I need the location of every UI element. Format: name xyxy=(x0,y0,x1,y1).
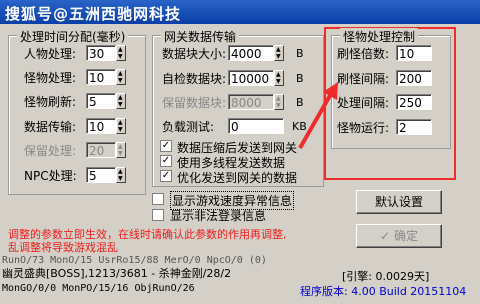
red-arrow-icon xyxy=(298,82,338,149)
default-settings-button[interactable]: 默认设置 xyxy=(356,190,442,214)
gateway-transfer-title: 网关数据传输 xyxy=(161,28,240,45)
warning-line-2: 乱调整将导致游戏混乱 xyxy=(8,241,118,254)
monster-row-label: 刷怪倍数: xyxy=(337,47,390,61)
checkmark-icon: ✓ xyxy=(380,229,391,243)
gateway-row-label: 自检数据块: xyxy=(162,72,227,86)
monster-process-field[interactable]: 10 xyxy=(86,69,116,85)
time-row-label: 怪物刷新: xyxy=(24,95,77,109)
reserved-block-spinner: ▲ ▼ xyxy=(274,94,284,110)
title-bar: 搜狐号@五洲西驰网科技 xyxy=(0,0,480,24)
gateway-row-label: 数据块大小: xyxy=(162,47,227,61)
reserved-process-spinner: ▲ ▼ xyxy=(116,142,126,158)
time-allocation-title: 处理时间分配(毫秒) xyxy=(17,28,129,45)
monster-row-label: 刷怪间隔: xyxy=(337,72,390,86)
engine-status: [引擎: 0.0029天] xyxy=(342,270,430,283)
process-interval-field[interactable]: 250 xyxy=(396,94,432,110)
multithread-checkbox[interactable]: ✓ xyxy=(160,155,172,167)
data-transfer-spinner[interactable]: ▲ ▼ xyxy=(116,118,126,134)
spawn-interval-field[interactable]: 200 xyxy=(396,70,432,86)
reserved-block-field: 8000 xyxy=(228,94,274,110)
npc-process-spinner[interactable]: ▲ ▼ xyxy=(116,167,126,183)
block-size-field[interactable]: 4000 xyxy=(228,45,274,61)
data-transfer-field[interactable]: 10 xyxy=(86,118,116,134)
block-size-spinner[interactable]: ▲ ▼ xyxy=(274,45,284,61)
player-process-field[interactable]: 30 xyxy=(86,45,116,61)
time-row-label: 数据传输: xyxy=(24,120,77,134)
speed-anomaly-checkbox[interactable] xyxy=(152,193,164,205)
spawn-multiplier-field[interactable]: 10 xyxy=(396,45,432,61)
selfcheck-block-field[interactable]: 10000 xyxy=(228,70,274,86)
monster-row-label: 怪物运行: xyxy=(337,121,390,135)
selfcheck-block-spinner[interactable]: ▲ ▼ xyxy=(274,70,284,86)
illegal-login-label: 显示非法登录信息 xyxy=(170,209,267,223)
optimize-label: 优化发送到网关的数据 xyxy=(177,171,298,185)
settings-dialog: 处理时间分配(毫秒) 人物处理: 30 ▲ ▼ 怪物处理: 10 ▲ ▼ 怪物刷新:… xyxy=(0,24,480,304)
block-size-unit: B xyxy=(296,47,304,60)
npc-process-field[interactable]: 5 xyxy=(86,167,116,183)
version-text: 程序版本: 4.00 Build 20151104 xyxy=(300,285,467,298)
gateway-row-label: 保留数据块: xyxy=(162,96,227,110)
monster-control-title: 怪物处理控制 xyxy=(340,28,419,45)
reserved-process-field: 20 xyxy=(86,142,116,158)
illegal-login-checkbox[interactable] xyxy=(152,209,164,221)
window-title: 搜狐号@五洲西驰网科技 xyxy=(5,5,182,23)
time-row-label: 保留处理: xyxy=(24,144,77,158)
time-row-label: 人物处理: xyxy=(24,47,77,61)
time-row-label: NPC处理: xyxy=(24,169,77,183)
monster-process-spinner[interactable]: ▲ ▼ xyxy=(116,69,126,85)
monster-row-label: 处理间隔: xyxy=(337,96,390,110)
monster-refresh-field[interactable]: 5 xyxy=(86,93,116,109)
optimize-checkbox[interactable]: ✓ xyxy=(160,170,172,182)
ok-label: 确定 xyxy=(393,229,418,243)
ok-button: ✓ 确定 xyxy=(356,224,442,248)
player-process-spinner[interactable]: ▲ ▼ xyxy=(116,45,126,61)
log-line-2: 幽灵盛典[BOSS],1213/3681 - 杀神金刚/28/2 xyxy=(2,267,232,280)
compress-checkbox[interactable]: ✓ xyxy=(160,140,172,152)
monster-refresh-spinner[interactable]: ▲ ▼ xyxy=(116,93,126,109)
load-test-field[interactable]: 0 xyxy=(228,118,284,134)
log-line-3: MonGO/0/0 MonPO/15/16 ObjRunO/26 xyxy=(2,283,195,294)
warning-line-1: 调整的参数立即生效，在线时请确认此参数的作用再调整, xyxy=(8,228,287,241)
time-row-label: 怪物处理: xyxy=(24,71,77,85)
gateway-row-label: 负载测试: xyxy=(162,120,215,134)
log-line-1: RunO/73 MonO/15 UsrRo15/88 MerO/0 NpcO/0… xyxy=(2,255,267,266)
monster-run-field[interactable]: 2 xyxy=(396,119,432,135)
